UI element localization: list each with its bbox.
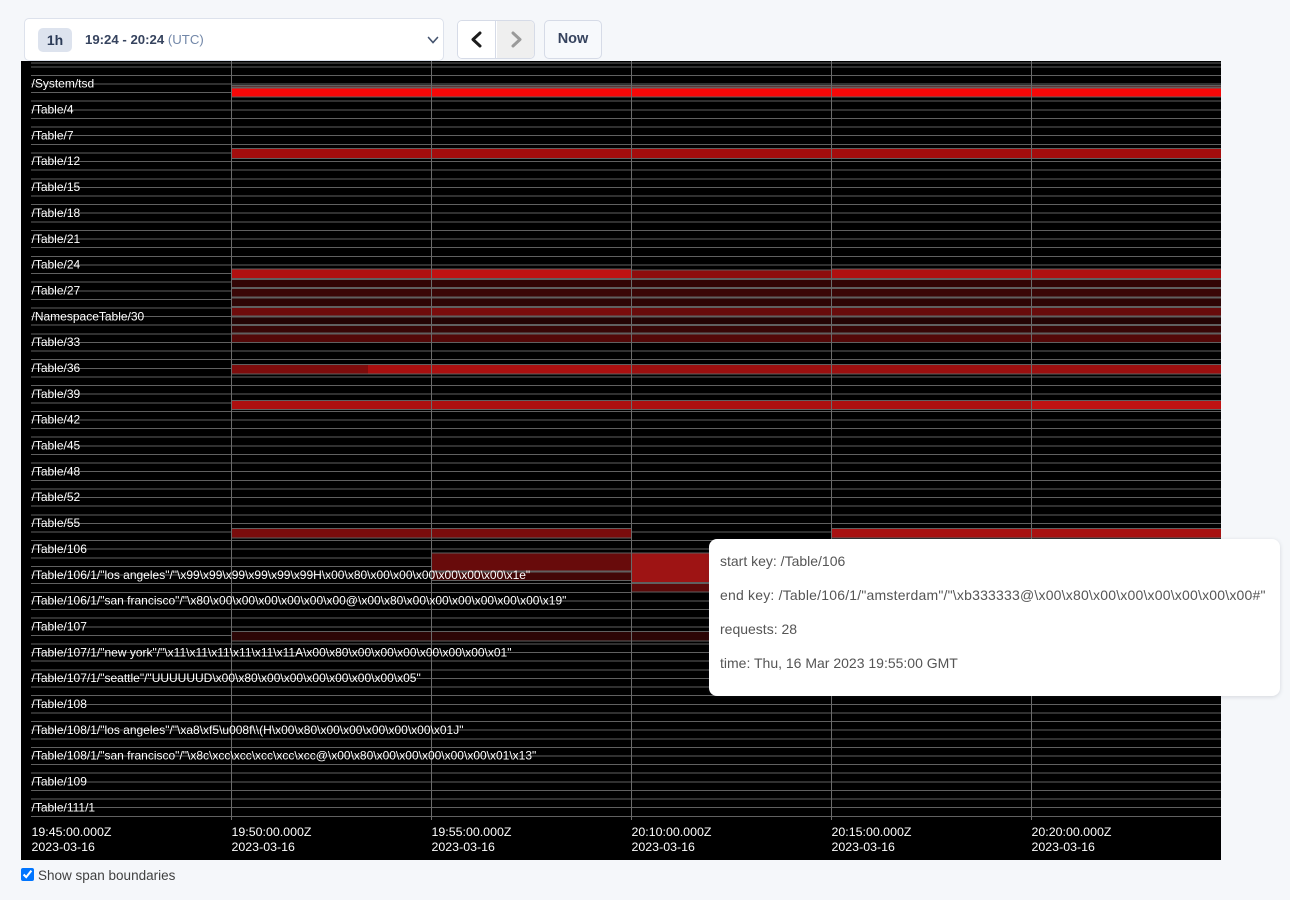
svg-text:/Table/108/1/"san francisco"/": /Table/108/1/"san francisco"/"\x8c\xcc\x… [32,749,537,763]
svg-text:/Table/107: /Table/107 [32,620,88,634]
svg-text:/Table/18: /Table/18 [32,206,81,220]
svg-text:2023-03-16: 2023-03-16 [32,840,95,854]
svg-text:/Table/111/1: /Table/111/1 [32,800,96,814]
svg-text:/NamespaceTable/30: /NamespaceTable/30 [32,309,145,323]
svg-text:/System/tsd: /System/tsd [32,77,95,91]
svg-text:2023-03-16: 2023-03-16 [232,840,295,854]
svg-text:/Table/27: /Table/27 [32,284,81,298]
svg-text:/Table/55: /Table/55 [32,516,81,530]
svg-text:/Table/24: /Table/24 [32,258,81,272]
svg-text:/Table/42: /Table/42 [32,413,81,427]
svg-text:/Table/107/1/"new york"/"\x11\: /Table/107/1/"new york"/"\x11\x11\x11\x1… [32,645,512,659]
svg-text:20:10:00.000Z: 20:10:00.000Z [632,825,712,839]
svg-text:/Table/45: /Table/45 [32,439,81,453]
svg-text:/Table/33: /Table/33 [32,335,81,349]
svg-text:/Table/15: /Table/15 [32,180,81,194]
svg-text:/Table/106/1/"los angeles"/"\x: /Table/106/1/"los angeles"/"\x99\x99\x99… [32,568,531,582]
svg-text:/Table/109: /Table/109 [32,775,88,789]
svg-text:2023-03-16: 2023-03-16 [432,840,495,854]
svg-text:2023-03-16: 2023-03-16 [832,840,895,854]
svg-text:19:50:00.000Z: 19:50:00.000Z [232,825,312,839]
svg-text:/Table/4: /Table/4 [32,103,74,117]
svg-text:20:20:00.000Z: 20:20:00.000Z [1032,825,1112,839]
svg-text:/Table/107/1/"seattle"/"UUUUUU: /Table/107/1/"seattle"/"UUUUUUD\x00\x80\… [32,671,421,685]
svg-text:/Table/52: /Table/52 [32,490,81,504]
svg-text:/Table/7: /Table/7 [32,128,74,142]
svg-text:19:45:00.000Z: 19:45:00.000Z [32,825,112,839]
svg-text:/Table/106: /Table/106 [32,542,88,556]
svg-text:2023-03-16: 2023-03-16 [1032,840,1095,854]
svg-text:/Table/48: /Table/48 [32,464,81,478]
svg-text:/Table/108/1/"los angeles"/"\x: /Table/108/1/"los angeles"/"\xa8\xf5\u00… [32,723,464,737]
svg-text:/Table/39: /Table/39 [32,387,81,401]
svg-text:2023-03-16: 2023-03-16 [632,840,695,854]
svg-text:/Table/108: /Table/108 [32,697,88,711]
svg-text:/Table/21: /Table/21 [32,232,81,246]
svg-text:/Table/12: /Table/12 [32,154,81,168]
svg-text:/Table/106/1/"san francisco"/": /Table/106/1/"san francisco"/"\x80\x00\x… [32,594,567,608]
svg-text:20:15:00.000Z: 20:15:00.000Z [832,825,912,839]
svg-text:/Table/36: /Table/36 [32,361,81,375]
svg-text:19:55:00.000Z: 19:55:00.000Z [432,825,512,839]
